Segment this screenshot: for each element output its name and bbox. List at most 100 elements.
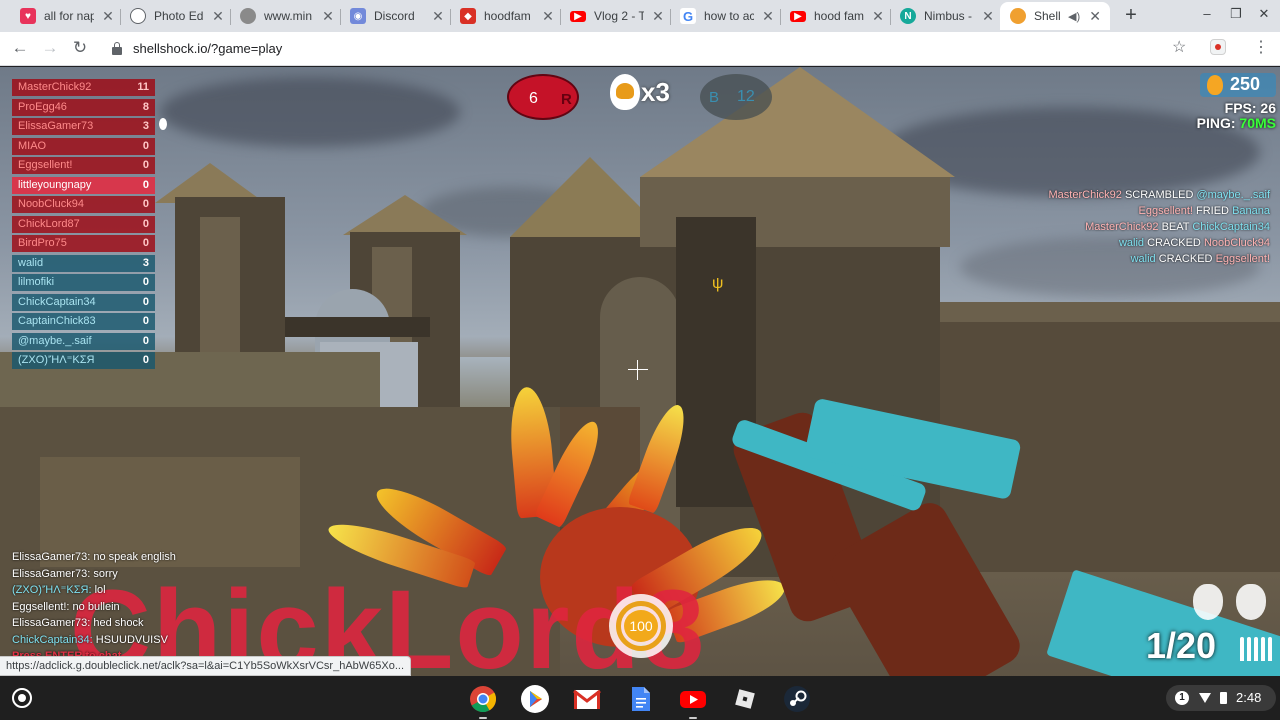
tab-vlog[interactable]: ▶ Vlog 2 - T ✕: [560, 2, 671, 30]
link-status-bubble: https://adclick.g.doubleclick.net/aclk?s…: [0, 656, 412, 676]
forward-arrow-icon[interactable]: →: [40, 38, 60, 58]
clock: 2:48: [1236, 690, 1262, 705]
tab-title: how to ac: [704, 9, 754, 23]
killer-name: MasterChick92: [1085, 221, 1159, 233]
player-name: ChickLord87: [18, 217, 80, 230]
player-name: walid: [18, 256, 44, 269]
egg-count: 250: [1230, 74, 1261, 94]
close-icon[interactable]: ✕: [432, 8, 444, 25]
browser-toolbar: ← → ↻ shellshock.io/?game=play: [0, 32, 1280, 66]
kill-feed: MasterChick92 SCRAMBLED @maybe._.saif Egg…: [970, 187, 1270, 267]
back-arrow-icon[interactable]: ←: [10, 38, 30, 58]
ping-readout: PING: 70MS: [1197, 115, 1276, 131]
tab-title: all for nap: [44, 9, 94, 23]
bookmark-star-icon[interactable]: ☆: [1172, 37, 1186, 57]
red-team-score: 6 R: [507, 74, 579, 120]
close-icon[interactable]: ✕: [212, 8, 224, 25]
chat-line: ChickCaptain34: HSUUDVUISV: [12, 632, 176, 649]
player-score: 0: [142, 334, 149, 347]
victim-name: Eggsellent!: [1215, 253, 1270, 265]
extension-icon[interactable]: [1210, 39, 1226, 55]
restore-icon[interactable]: ❐: [1229, 6, 1243, 22]
tab-photo-editor[interactable]: Photo Ed ✕: [120, 2, 231, 30]
close-icon[interactable]: ✕: [542, 8, 554, 25]
camera-aperture-icon: [130, 8, 146, 24]
nimbus-icon: N: [900, 8, 916, 24]
docs-icon[interactable]: [625, 684, 655, 714]
close-icon[interactable]: ✕: [102, 8, 114, 25]
fps-readout: FPS: 26: [1225, 100, 1276, 116]
notification-count-badge: 1: [1175, 691, 1189, 705]
tab-shellshock[interactable]: Shell ◀) ✕: [1000, 2, 1110, 30]
kill-verb: CRACKED: [1158, 253, 1213, 265]
game-viewport[interactable]: ψ MasterChick92 11 ProEgg46 8 ElissaGamer73 3…: [0, 67, 1280, 680]
scoreboard-row: walid 3: [12, 254, 155, 272]
chat-line: ElissaGamer73: no speak english: [12, 549, 176, 566]
tab-hood-fam[interactable]: ▶ hood fam ✕: [780, 2, 891, 30]
hood-heart-icon: ♥: [20, 8, 36, 24]
egg-currency[interactable]: 250: [1200, 73, 1276, 97]
status-tray[interactable]: 1 2:48: [1166, 685, 1276, 711]
audio-playing-icon[interactable]: ◀): [1068, 10, 1080, 23]
close-icon[interactable]: ✕: [872, 8, 884, 25]
chat-message: lol: [94, 584, 106, 596]
scoreboard-row: ElissaGamer73 3: [12, 118, 155, 135]
launcher-icon[interactable]: [12, 688, 32, 708]
close-icon[interactable]: ✕: [982, 8, 994, 25]
address-bar[interactable]: shellshock.io/?game=play: [104, 36, 1204, 62]
tab-title: hood fam: [814, 9, 864, 23]
scoreboard-row: (ZXO)'ΉΛ⁼ΚΣЯ 0: [12, 352, 155, 369]
close-window-icon[interactable]: ✕: [1257, 6, 1271, 22]
close-icon[interactable]: ✕: [322, 8, 334, 25]
player-score: 0: [142, 276, 149, 288]
chat-line: ElissaGamer73: hed shock: [12, 615, 176, 632]
scoreboard-row: littleyoungnapy 0: [12, 176, 155, 194]
steam-icon[interactable]: [782, 684, 812, 714]
reload-icon[interactable]: ↻: [70, 38, 90, 58]
tab-title: hoodfam: [484, 9, 531, 23]
wifi-icon: [1199, 693, 1211, 703]
hood-red-icon: ◆: [460, 8, 476, 24]
gmail-icon[interactable]: [572, 684, 602, 714]
menu-kebab-icon[interactable]: ⋮: [1253, 37, 1269, 57]
tab-strip: ♥ all for nap ✕ Photo Ed ✕ www.min ✕ ◉ D…: [0, 0, 1280, 32]
chrome-icon[interactable]: [468, 684, 498, 719]
close-icon[interactable]: ✕: [1088, 8, 1102, 25]
player-score: 3: [142, 120, 149, 132]
tab-google-search[interactable]: G how to ac ✕: [670, 2, 781, 30]
new-tab-button[interactable]: +: [1120, 4, 1142, 26]
tab-title: Discord: [374, 9, 415, 23]
roblox-icon[interactable]: [730, 684, 760, 714]
tab-all-for-nap[interactable]: ♥ all for nap ✕: [10, 2, 121, 30]
youtube-icon[interactable]: [678, 684, 708, 719]
scoreboard: MasterChick92 11 ProEgg46 8 ElissaGamer73 3 MI…: [12, 79, 155, 372]
close-icon[interactable]: ✕: [762, 8, 774, 25]
tab-title: Vlog 2 - T: [594, 9, 644, 23]
close-icon[interactable]: ✕: [652, 8, 664, 25]
shellshock-egg-icon: [1010, 8, 1026, 24]
tab-discord[interactable]: ◉ Discord ✕: [340, 2, 451, 30]
health-value: 100: [624, 610, 658, 642]
tab-nimbus[interactable]: N Nimbus - ✕: [890, 2, 1000, 30]
player-name: (ZXO)'ΉΛ⁼ΚΣЯ: [18, 354, 95, 366]
discord-icon: ◉: [350, 8, 366, 24]
fps-value: 26: [1260, 100, 1276, 116]
kill-feed-entry: Eggsellent! FRIED Banana: [970, 203, 1271, 219]
player-name: CaptainChick83: [18, 315, 96, 327]
play-store-icon[interactable]: [520, 684, 550, 714]
red-score-value: 6: [529, 90, 538, 107]
chat-message: sorry: [93, 567, 118, 580]
player-score: 0: [142, 198, 149, 210]
scoreboard-row: NoobCluck94 0: [12, 196, 155, 213]
health-meter: 100: [609, 594, 673, 658]
minimize-icon[interactable]: –: [1200, 6, 1214, 21]
tab-minecraft[interactable]: www.min ✕: [230, 2, 341, 30]
tab-hoodfam[interactable]: ◆ hoodfam ✕: [450, 2, 561, 30]
chat-author: ElissaGamer73:: [12, 567, 91, 580]
player-score: 8: [142, 100, 149, 113]
chat-message: no bullein: [72, 600, 120, 613]
egg-marker-icon: [159, 118, 167, 130]
scoreboard-row: MasterChick92 11: [12, 79, 155, 96]
chat-message: no speak english: [93, 551, 176, 563]
chat-line: Eggsellent!: no bullein: [12, 599, 176, 616]
